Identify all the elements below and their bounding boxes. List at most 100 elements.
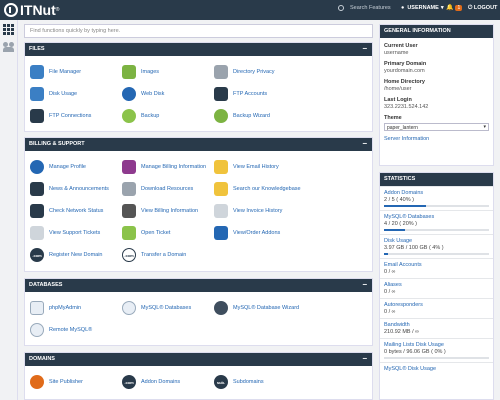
stat-label[interactable]: Email Accounts	[384, 262, 489, 268]
dotcom-transfer-icon: .com	[122, 248, 136, 262]
network-status-link[interactable]: Check Network Status	[30, 204, 103, 218]
support-tickets-link[interactable]: View Support Tickets	[30, 226, 100, 240]
backup-wizard-link[interactable]: Backup Wizard	[214, 109, 270, 123]
item-label: FTP Accounts	[233, 91, 268, 97]
stat-label[interactable]: MySQL® Databases	[384, 214, 489, 220]
databases-title: DATABASES	[29, 282, 63, 288]
mysql-wizard-link[interactable]: MySQL® Database Wizard	[214, 301, 299, 315]
backup-wizard-icon	[214, 109, 228, 123]
mysql-databases-link[interactable]: MySQL® Databases	[122, 301, 191, 315]
billing-info-link[interactable]: View Billing Information	[122, 204, 198, 218]
stat-label[interactable]: Mailing Lists Disk Usage	[384, 342, 489, 348]
collapse-icon[interactable]: −	[362, 44, 367, 53]
item-label: Directory Privacy	[233, 69, 275, 75]
pen-icon	[122, 204, 136, 218]
top-search[interactable]: Search Features	[338, 5, 391, 11]
stat-label[interactable]: Autoresponders	[384, 302, 489, 308]
subdomains-icon: sub.	[214, 375, 228, 389]
collapse-icon[interactable]: −	[362, 354, 367, 363]
search-icon	[338, 5, 344, 11]
stat-label[interactable]: MySQL® Disk Usage	[384, 366, 489, 372]
item-label: Backup Wizard	[233, 113, 270, 119]
item-label: Register New Domain	[49, 252, 103, 258]
function-search-input[interactable]: Find functions quickly by typing here.	[24, 24, 373, 38]
remote-mysql-icon	[30, 323, 44, 337]
manage-billing-link[interactable]: Manage Billing Information	[122, 160, 206, 174]
usage-bar	[384, 357, 489, 359]
chevron-down-icon: ▾	[440, 5, 444, 11]
users-icon[interactable]	[3, 42, 15, 52]
stat-label[interactable]: Addon Domains	[384, 190, 489, 196]
invoice-history-link[interactable]: View Invoice History	[214, 204, 282, 218]
stat-row: Addon Domains 2 / 5 ( 40% )	[380, 186, 493, 210]
notifications[interactable]: 🔔 1	[446, 4, 463, 11]
item-label: Manage Billing Information	[141, 164, 207, 170]
databases-panel-header[interactable]: DATABASES −	[25, 279, 372, 292]
usage-bar-fill	[384, 253, 389, 255]
backup-link[interactable]: Backup	[122, 109, 159, 123]
item-label: Open Ticket	[141, 230, 171, 236]
logout-button[interactable]: ⏻ LOGOUT	[468, 5, 497, 12]
stat-label[interactable]: Disk Usage	[384, 238, 489, 244]
subdomains-link[interactable]: sub. Subdomains	[214, 375, 264, 389]
question-icon	[30, 226, 44, 240]
ftp-connections-link[interactable]: FTP Connections	[30, 109, 91, 123]
remote-mysql-link[interactable]: Remote MySQL®	[30, 323, 92, 337]
item-label: Search our Knowledgebase	[233, 186, 301, 192]
mysql-icon	[122, 301, 136, 315]
item-label: phpMyAdmin	[49, 305, 82, 311]
download-icon	[122, 182, 136, 196]
knowledgebase-link[interactable]: Search our Knowledgebase	[214, 182, 301, 196]
home-grid-icon[interactable]	[3, 24, 14, 35]
open-ticket-link[interactable]: Open Ticket	[122, 226, 170, 240]
ftp-accounts-icon	[214, 87, 228, 101]
stat-label[interactable]: Aliases	[384, 282, 489, 288]
statistics-header: STATISTICS	[380, 173, 493, 186]
stat-row: Aliases 0 / ∞	[380, 278, 493, 298]
billing-panel-header[interactable]: BILLING & SUPPORT −	[25, 138, 372, 151]
transfer-domain-link[interactable]: .com Transfer a Domain	[122, 248, 186, 262]
manage-profile-link[interactable]: Manage Profile	[30, 160, 86, 174]
site-publisher-link[interactable]: Site Publisher	[30, 375, 83, 389]
item-label: View Billing Information	[141, 208, 199, 214]
theme-select[interactable]: paper_lantern	[384, 123, 489, 131]
notification-badge: 1	[455, 4, 463, 11]
invoice-icon	[214, 204, 228, 218]
register-domain-link[interactable]: .com Register New Domain	[30, 248, 103, 262]
directory-privacy-link[interactable]: Directory Privacy	[214, 65, 275, 79]
stat-row: MySQL® Databases 4 / 20 ( 20% )	[380, 210, 493, 234]
email-history-link[interactable]: View Email History	[214, 160, 279, 174]
domains-panel: DOMAINS − Site Publisher .com Addon Domai…	[24, 352, 373, 400]
server-information-link[interactable]: Server Information	[384, 136, 489, 142]
file-manager-link[interactable]: File Manager	[30, 65, 81, 79]
phpmyadmin-icon	[30, 301, 44, 315]
collapse-icon[interactable]: −	[362, 139, 367, 148]
stat-label[interactable]: Bandwidth	[384, 322, 489, 328]
user-menu[interactable]: ● USERNAME ▾	[401, 5, 444, 11]
current-user-value: username	[384, 50, 409, 56]
statistics-panel: STATISTICS Addon Domains 2 / 5 ( 40% ) MyS…	[379, 172, 494, 400]
stat-value: 3.97 GB / 100 GB ( 4% )	[384, 245, 444, 251]
images-link[interactable]: Images	[122, 65, 159, 79]
user-icon: ●	[401, 5, 405, 11]
images-icon	[122, 65, 136, 79]
ftp-accounts-link[interactable]: FTP Accounts	[214, 87, 267, 101]
web-disk-link[interactable]: Web Disk	[122, 87, 164, 101]
ticket-icon	[122, 226, 136, 240]
cloud-icon	[122, 87, 136, 101]
download-resources-link[interactable]: Download Resources	[122, 182, 193, 196]
files-panel-header[interactable]: FILES −	[25, 43, 372, 56]
collapse-icon[interactable]: −	[362, 280, 367, 289]
domains-panel-header[interactable]: DOMAINS −	[25, 353, 372, 366]
phpmyadmin-link[interactable]: phpMyAdmin	[30, 301, 81, 315]
stat-value: 0 bytes / 96.06 GB ( 0% )	[384, 349, 446, 355]
order-addons-link[interactable]: View/Order Addons	[214, 226, 280, 240]
addon-domains-link[interactable]: .com Addon Domains	[122, 375, 180, 389]
logo-trademark: ®	[55, 7, 60, 13]
news-link[interactable]: News & Announcements	[30, 182, 109, 196]
files-panel: FILES − File Manager Images Directory Pr…	[24, 42, 373, 132]
disk-usage-link[interactable]: Disk Usage	[30, 87, 77, 101]
logo[interactable]: ITNut ®	[4, 2, 59, 18]
stat-row: Disk Usage 3.97 GB / 100 GB ( 4% )	[380, 234, 493, 258]
item-label: Images	[141, 69, 160, 75]
